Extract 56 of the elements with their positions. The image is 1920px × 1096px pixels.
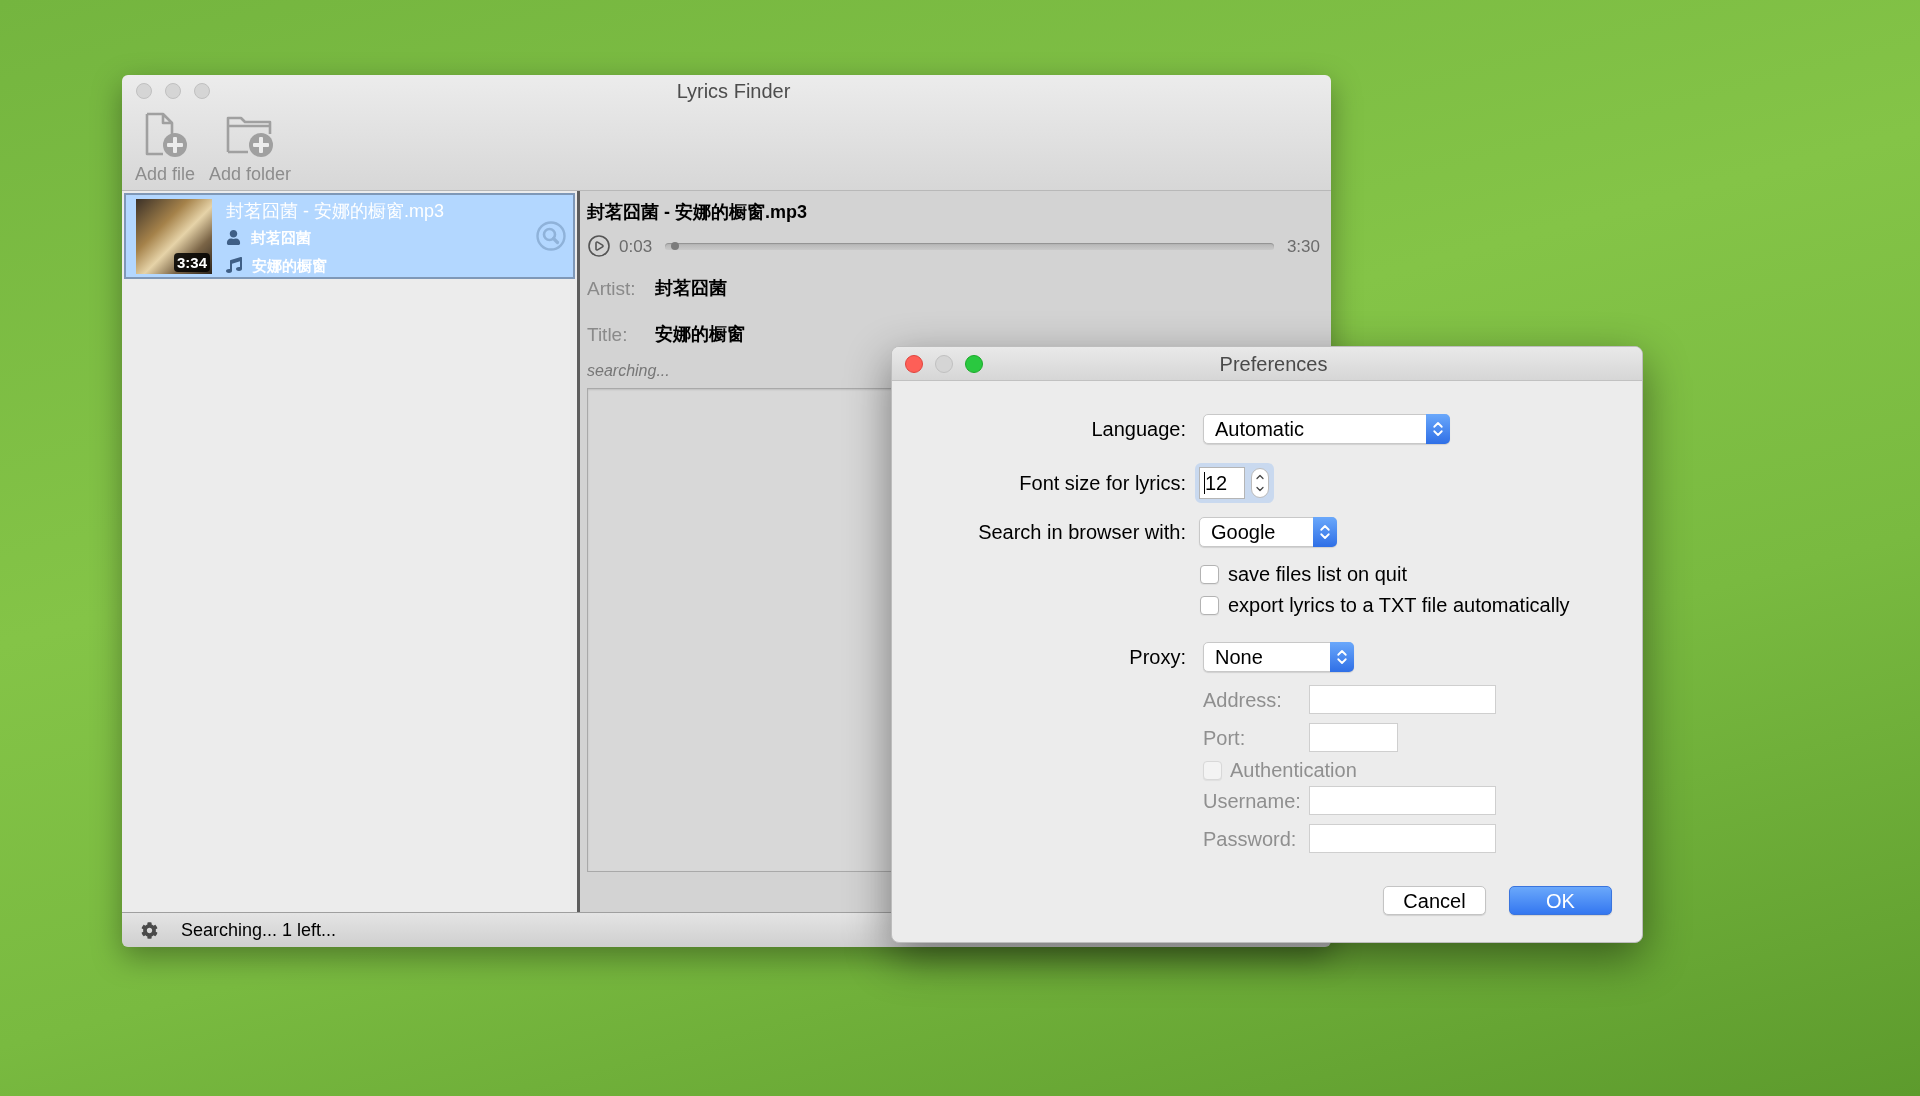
text-field[interactable] <box>1309 685 1496 714</box>
playhead-thumb[interactable] <box>671 242 680 250</box>
person-icon <box>226 229 241 245</box>
language-dropdown[interactable]: Automatic <box>1203 414 1450 444</box>
checkbox[interactable] <box>1200 564 1219 584</box>
field-value: 安娜的橱窗 <box>655 325 745 343</box>
checkbox-label: save files list on quit <box>1228 564 1407 584</box>
password-field[interactable] <box>1309 824 1496 853</box>
up-down-chevron-icon <box>1426 414 1450 444</box>
minimize-button[interactable] <box>165 83 181 99</box>
cancel-button[interactable]: Cancel <box>1383 886 1486 915</box>
status-text: Searching... 1 left... <box>181 921 337 939</box>
search-status: searching... <box>587 361 670 381</box>
field-label: Username: <box>1203 790 1301 811</box>
field-value: 封茗囧菌 <box>655 279 727 297</box>
field-label: Port: <box>1203 727 1246 748</box>
font-size-field[interactable]: 12 <box>1199 467 1245 499</box>
port-field[interactable] <box>1309 723 1398 752</box>
checkbox[interactable] <box>1200 595 1219 615</box>
file-list-item[interactable]: 3:34 封茗囧菌 - 安娜的橱窗.mp3 封茗囧菌 安娜的橱窗 <box>124 193 575 279</box>
minimize-button[interactable] <box>935 354 953 373</box>
close-button[interactable] <box>136 83 152 99</box>
file-name: 封茗囧菌 - 安娜的橱窗.mp3 <box>226 200 444 222</box>
close-button[interactable] <box>905 354 923 373</box>
window-title: Preferences <box>1219 353 1328 374</box>
proxy-dropdown[interactable]: None <box>1203 641 1354 672</box>
duration-label: 3:34 <box>173 252 210 272</box>
up-down-chevron-icon <box>1330 641 1354 672</box>
checkbox-label: export lyrics to a TXT file automatically <box>1228 595 1570 615</box>
field-label: Proxy: <box>1129 646 1186 667</box>
play-icon[interactable] <box>587 234 611 258</box>
zoom-button[interactable] <box>965 354 983 373</box>
text-field[interactable] <box>1309 786 1496 815</box>
zoom-button[interactable] <box>194 83 210 99</box>
browser-dropdown[interactable]: Google <box>1199 516 1337 547</box>
field-label: Search in browser with: <box>978 521 1186 542</box>
text-cursor-icon <box>1204 472 1205 494</box>
up-down-chevron-icon <box>1313 516 1337 547</box>
field-label: Font size for lyrics: <box>1019 473 1186 493</box>
total-time: 3:30 <box>1286 237 1320 255</box>
field-label: Address: <box>1203 689 1282 710</box>
elapsed-time: 0:03 <box>619 237 653 255</box>
progress-track[interactable] <box>665 242 1274 250</box>
gear-icon[interactable] <box>141 921 158 939</box>
artist-name: 封茗囧菌 <box>251 229 311 245</box>
track-title: 封茗囧菌 - 安娜的橱窗.mp3 <box>587 201 807 223</box>
field-label: Artist: <box>587 278 637 298</box>
song-title: 安娜的橱窗 <box>252 257 327 273</box>
field-label: Title: <box>587 324 629 344</box>
stepper-control[interactable] <box>1251 468 1269 498</box>
field-label: Password: <box>1203 828 1297 849</box>
window-title: Lyrics Finder <box>676 81 791 101</box>
checkbox-label: Authentication <box>1230 760 1357 780</box>
music-note-icon <box>226 257 242 273</box>
field-label: Language: <box>1091 419 1186 439</box>
search-icon[interactable] <box>536 221 566 251</box>
